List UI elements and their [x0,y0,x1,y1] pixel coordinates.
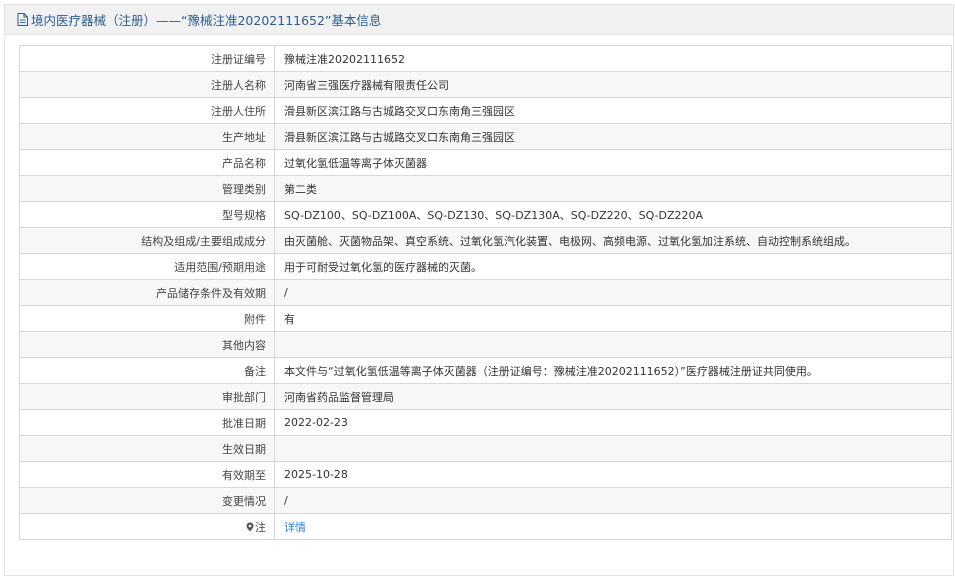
table-row: 注册人名称 河南省三强医疗器械有限责任公司 [19,71,952,98]
info-panel: 境内医疗器械（注册）——“豫械注准20202111652”基本信息 注册证编号 … [4,4,954,576]
row-value: 有 [274,305,952,332]
page-title: 境内医疗器械（注册）——“豫械注准20202111652”基本信息 [31,13,382,28]
row-value: SQ-DZ100、SQ-DZ100A、SQ-DZ130、SQ-DZ130A、SQ… [274,201,952,228]
row-label: 生效日期 [19,435,275,462]
row-label: 注册证编号 [19,45,275,72]
row-value: 滑县新区滨江路与古城路交叉口东南角三强园区 [274,123,952,150]
table-row: 附件 有 [19,305,952,332]
row-label: 注册人名称 [19,71,275,98]
row-value: 过氧化氢低温等离子体灭菌器 [274,149,952,176]
row-value: / [274,279,952,306]
row-label: 产品储存条件及有效期 [19,279,275,306]
row-label: 适用范围/预期用途 [19,253,275,280]
row-label: 有效期至 [19,461,275,488]
document-icon [17,13,28,26]
row-value: 由灭菌舱、灭菌物品架、真空系统、过氧化氢汽化装置、电极网、高频电源、过氧化氢加注… [274,227,952,254]
table-row: 管理类别 第二类 [19,175,952,202]
row-label: 审批部门 [19,383,275,410]
table-row: 产品名称 过氧化氢低温等离子体灭菌器 [19,149,952,176]
table-row: 有效期至 2025-10-28 [19,461,952,488]
row-label: 变更情况 [19,487,275,514]
row-label: 注册人住所 [19,97,275,124]
info-table: 注册证编号 豫械注准20202111652 注册人名称 河南省三强医疗器械有限责… [19,45,952,540]
row-value: 2025-10-28 [274,461,952,488]
note-label: 注 [255,520,266,534]
row-value: / [274,487,952,514]
row-value [274,331,952,358]
table-row: 型号规格 SQ-DZ100、SQ-DZ100A、SQ-DZ130、SQ-DZ13… [19,201,952,228]
table-row: 备注 本文件与“过氧化氢低温等离子体灭菌器（注册证编号：豫械注准20202111… [19,357,952,384]
table-row: 生效日期 [19,435,952,462]
pin-icon [246,522,254,531]
row-label: 生产地址 [19,123,275,150]
table-row: 结构及组成/主要组成成分 由灭菌舱、灭菌物品架、真空系统、过氧化氢汽化装置、电极… [19,227,952,254]
row-value: 豫械注准20202111652 [274,45,952,72]
row-value: 第二类 [274,175,952,202]
row-label: 产品名称 [19,149,275,176]
table-row: 审批部门 河南省药品监督管理局 [19,383,952,410]
table-row: 注册人住所 滑县新区滨江路与古城路交叉口东南角三强园区 [19,97,952,124]
row-label: 附件 [19,305,275,332]
table-row: 批准日期 2022-02-23 [19,409,952,436]
row-label: 结构及组成/主要组成成分 [19,227,275,254]
row-value: 滑县新区滨江路与古城路交叉口东南角三强园区 [274,97,952,124]
row-value: 用于可耐受过氧化氢的医疗器械的灭菌。 [274,253,952,280]
table-row: 产品储存条件及有效期 / [19,279,952,306]
row-value: 本文件与“过氧化氢低温等离子体灭菌器（注册证编号：豫械注准20202111652… [274,357,952,384]
note-value-cell: 详情 [274,513,952,540]
note-row: 注 详情 [19,513,952,540]
row-label: 型号规格 [19,201,275,228]
row-value: 2022-02-23 [274,409,952,436]
table-row: 变更情况 / [19,487,952,514]
row-label: 管理类别 [19,175,275,202]
panel-header: 境内医疗器械（注册）——“豫械注准20202111652”基本信息 [5,5,953,35]
row-value: 河南省药品监督管理局 [274,383,952,410]
row-label: 备注 [19,357,275,384]
table-row: 注册证编号 豫械注准20202111652 [19,45,952,72]
table-row: 适用范围/预期用途 用于可耐受过氧化氢的医疗器械的灭菌。 [19,253,952,280]
table-row: 生产地址 滑县新区滨江路与古城路交叉口东南角三强园区 [19,123,952,150]
details-link[interactable]: 详情 [284,521,306,534]
note-label-cell: 注 [19,513,275,540]
row-value: 河南省三强医疗器械有限责任公司 [274,71,952,98]
row-value [274,435,952,462]
table-row: 其他内容 [19,331,952,358]
row-label: 批准日期 [19,409,275,436]
row-label: 其他内容 [19,331,275,358]
